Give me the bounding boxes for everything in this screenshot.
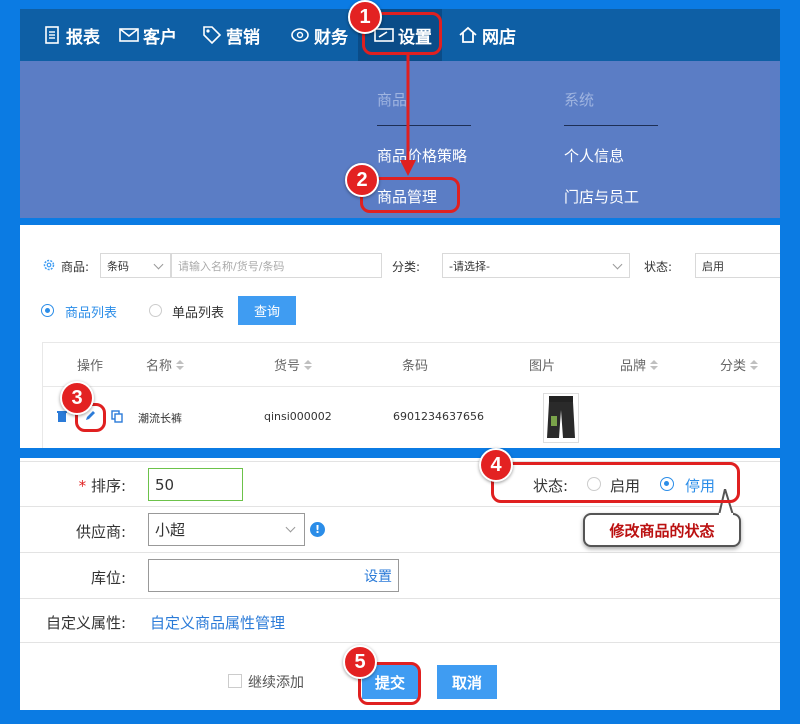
tag-icon — [202, 25, 222, 45]
location-input[interactable]: 设置 — [148, 559, 399, 592]
category-select[interactable]: -请选择- — [442, 253, 630, 278]
menu-link-personal-info[interactable]: 个人信息 — [564, 145, 624, 166]
supplier-select[interactable]: 小超 — [148, 513, 305, 546]
column-header-label: 货号 — [274, 359, 301, 374]
sort-icon[interactable] — [650, 359, 659, 370]
nav-label-customer: 客户 — [143, 27, 177, 48]
nav-item-customer[interactable]: 客户 — [119, 9, 177, 61]
nav-item-marketing[interactable]: 营销 — [202, 9, 260, 61]
status-filter-value: 启用 — [702, 259, 724, 273]
trash-icon[interactable] — [56, 410, 68, 427]
row-name: 潮流长裤 — [138, 412, 182, 425]
nav-label-marketing: 营销 — [226, 27, 260, 48]
highlight-ring-status — [491, 462, 740, 503]
category-value: -请选择- — [449, 259, 490, 273]
custom-attr-field-label: 自定义属性: — [45, 614, 126, 632]
cancel-button[interactable]: 取消 — [437, 665, 497, 699]
product-list-radio-label[interactable]: 商品列表 — [65, 302, 117, 321]
step-badge-1: 1 — [348, 0, 382, 34]
menu-group-title-system: 系统 — [564, 91, 595, 109]
menu-link-price-strategy[interactable]: 商品价格策略 — [377, 145, 467, 166]
menu-group-underline — [377, 125, 471, 126]
custom-attr-manage-link[interactable]: 自定义商品属性管理 — [150, 612, 285, 633]
report-icon — [42, 25, 62, 45]
product-search-input[interactable]: 请输入名称/货号/条码 — [171, 253, 382, 278]
sort-input[interactable]: 50 — [148, 468, 243, 501]
category-filter-label: 分类: — [392, 260, 421, 274]
home-icon — [458, 25, 478, 45]
sort-icon[interactable] — [304, 359, 313, 370]
column-header-label: 图片 — [529, 359, 556, 374]
continue-add-checkbox[interactable] — [228, 674, 242, 688]
copy-icon[interactable] — [111, 410, 123, 427]
query-button[interactable]: 查询 — [238, 296, 296, 325]
status-filter-select[interactable]: 启用 — [695, 253, 780, 278]
divider — [20, 642, 780, 643]
column-header-name[interactable]: 名称 — [146, 355, 185, 374]
nav-item-report[interactable]: 报表 — [42, 9, 100, 61]
nav-label-shop: 网店 — [482, 27, 516, 48]
supplier-value: 小超 — [155, 521, 186, 539]
column-header-sku[interactable]: 货号 — [274, 355, 313, 374]
location-settings-link[interactable]: 设置 — [364, 566, 392, 586]
product-thumbnail[interactable] — [543, 393, 579, 443]
divider — [20, 506, 780, 507]
gear-icon — [42, 258, 56, 276]
sort-field-label: * 排序: — [78, 477, 126, 495]
sort-value: 50 — [155, 475, 175, 494]
column-header-barcode: 条码 — [402, 355, 428, 374]
arrow-annotation — [400, 52, 416, 176]
column-header-actions: 操作 — [77, 355, 103, 374]
nav-label-finance: 财务 — [314, 27, 348, 48]
row-barcode: 6901234637656 — [393, 410, 484, 423]
step-badge-4: 4 — [479, 448, 513, 482]
mail-icon — [119, 25, 139, 45]
supplier-field-label: 供应商: — [75, 523, 126, 541]
product-type-value: 条码 — [107, 259, 129, 273]
sort-label-text: 排序: — [90, 477, 126, 495]
column-header-image: 图片 — [529, 355, 555, 374]
chevron-down-icon — [153, 259, 164, 270]
menu-link-store-staff[interactable]: 门店与员工 — [564, 186, 639, 207]
column-header-label: 操作 — [77, 359, 104, 374]
divider — [20, 598, 780, 599]
table-left-border — [42, 342, 43, 448]
sort-icon[interactable] — [176, 359, 185, 370]
column-header-label: 条码 — [402, 359, 429, 374]
callout-tooltip: 修改商品的状态 — [583, 513, 741, 547]
product-type-select[interactable]: 条码 — [100, 253, 171, 278]
chevron-down-icon — [612, 259, 623, 270]
single-item-list-radio-label[interactable]: 单品列表 — [172, 302, 224, 321]
continue-add-label[interactable]: 继续添加 — [248, 672, 304, 692]
nav-item-finance[interactable]: 财务 — [290, 9, 348, 61]
table-header-border — [42, 386, 780, 387]
chevron-down-icon — [285, 522, 296, 533]
product-search-placeholder: 请输入名称/货号/条码 — [178, 259, 285, 273]
step-badge-3: 3 — [60, 381, 94, 415]
column-header-label: 分类 — [720, 359, 747, 374]
info-icon[interactable]: ! — [310, 522, 325, 537]
menu-group-underline — [564, 125, 658, 126]
row-sku: qinsi000002 — [264, 410, 332, 423]
column-header-label: 品牌 — [620, 359, 647, 374]
step-badge-5: 5 — [343, 645, 377, 679]
column-header-label: 名称 — [146, 359, 173, 374]
column-header-category[interactable]: 分类 — [720, 355, 759, 374]
product-list-panel: 商品: 条码 请输入名称/货号/条码 分类: -请选择- 状态: 启用 商品列表… — [20, 225, 780, 448]
single-item-list-radio[interactable] — [149, 304, 162, 317]
table-top-border — [42, 342, 780, 343]
coin-icon — [290, 25, 310, 45]
location-field-label: 库位: — [90, 569, 126, 587]
status-filter-label: 状态: — [644, 260, 673, 274]
product-filter-label: 商品: — [61, 260, 90, 274]
nav-item-shop[interactable]: 网店 — [458, 9, 516, 61]
nav-label-report: 报表 — [66, 27, 100, 48]
product-list-radio[interactable] — [41, 304, 54, 317]
divider — [20, 552, 780, 553]
column-header-brand[interactable]: 品牌 — [620, 355, 659, 374]
step-badge-2: 2 — [345, 163, 379, 197]
sort-icon[interactable] — [750, 359, 759, 370]
